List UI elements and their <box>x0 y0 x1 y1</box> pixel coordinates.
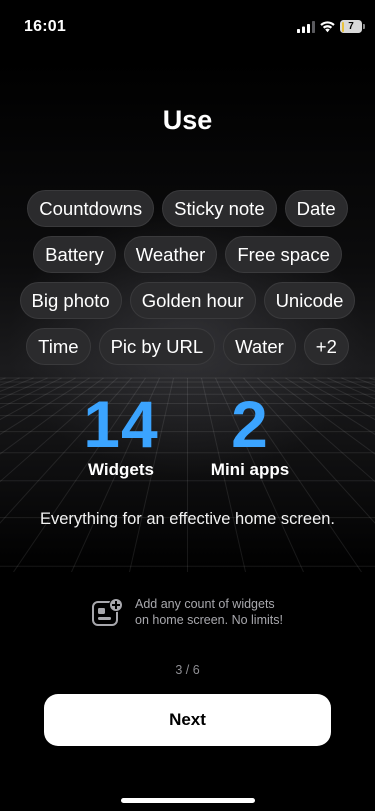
feature-chip: Unicode <box>263 282 356 319</box>
feature-chip: Weather <box>123 236 218 273</box>
widgets-stat: 14 Widgets <box>66 388 176 480</box>
feature-chip: Big photo <box>19 282 122 319</box>
feature-chip: Countdowns <box>27 190 155 227</box>
mini-apps-count: 2 <box>231 387 269 461</box>
info-row: Add any count of widgets on home screen.… <box>92 595 352 631</box>
mini-apps-label: Mini apps <box>210 460 290 479</box>
widgets-count: 14 <box>83 387 159 461</box>
feature-chip: Time <box>26 328 91 365</box>
battery-body: 7 <box>340 20 362 33</box>
info-line-2: on home screen. No limits! <box>135 613 283 627</box>
wifi-icon <box>320 21 335 33</box>
status-time: 16:01 <box>24 18 66 35</box>
hero-section: Use Countdowns Sticky note Date Battery … <box>0 60 375 572</box>
info-text: Add any count of widgets on home screen.… <box>135 596 345 628</box>
feature-chips-row-4: Time Pic by URL Water +2 <box>0 328 375 365</box>
feature-chip: Golden hour <box>129 282 256 319</box>
home-indicator[interactable] <box>121 798 255 803</box>
feature-chip: Pic by URL <box>98 328 216 365</box>
battery-icon: 7 <box>340 20 365 33</box>
feature-chips-row-3: Big photo Golden hour Unicode <box>0 282 375 319</box>
signal-icon <box>297 21 315 33</box>
status-bar: 16:01 7 <box>0 0 375 50</box>
widget-add-icon <box>92 598 123 626</box>
feature-chip: Date <box>284 190 348 227</box>
widgets-label: Widgets <box>88 460 154 479</box>
mini-apps-stat: 2 Mini apps <box>195 388 305 480</box>
feature-chip: Sticky note <box>162 190 277 227</box>
feature-chips-row-1: Countdowns Sticky note Date <box>0 190 375 227</box>
more-features-chip: +2 <box>303 328 349 365</box>
feature-chips-row-2: Battery Weather Free space <box>0 236 375 273</box>
tagline: Everything for an effective home screen. <box>39 510 336 528</box>
battery-level: 7 <box>348 21 354 32</box>
feature-chip: Free space <box>225 236 342 273</box>
feature-chip: Water <box>223 328 296 365</box>
page-indicator: 3 / 6 <box>175 663 200 677</box>
page-title: Use <box>162 105 213 135</box>
next-button[interactable]: Next <box>44 694 331 746</box>
feature-chip: Battery <box>33 236 116 273</box>
info-line-1: Add any count of widgets <box>135 597 275 611</box>
battery-cap <box>363 24 365 29</box>
